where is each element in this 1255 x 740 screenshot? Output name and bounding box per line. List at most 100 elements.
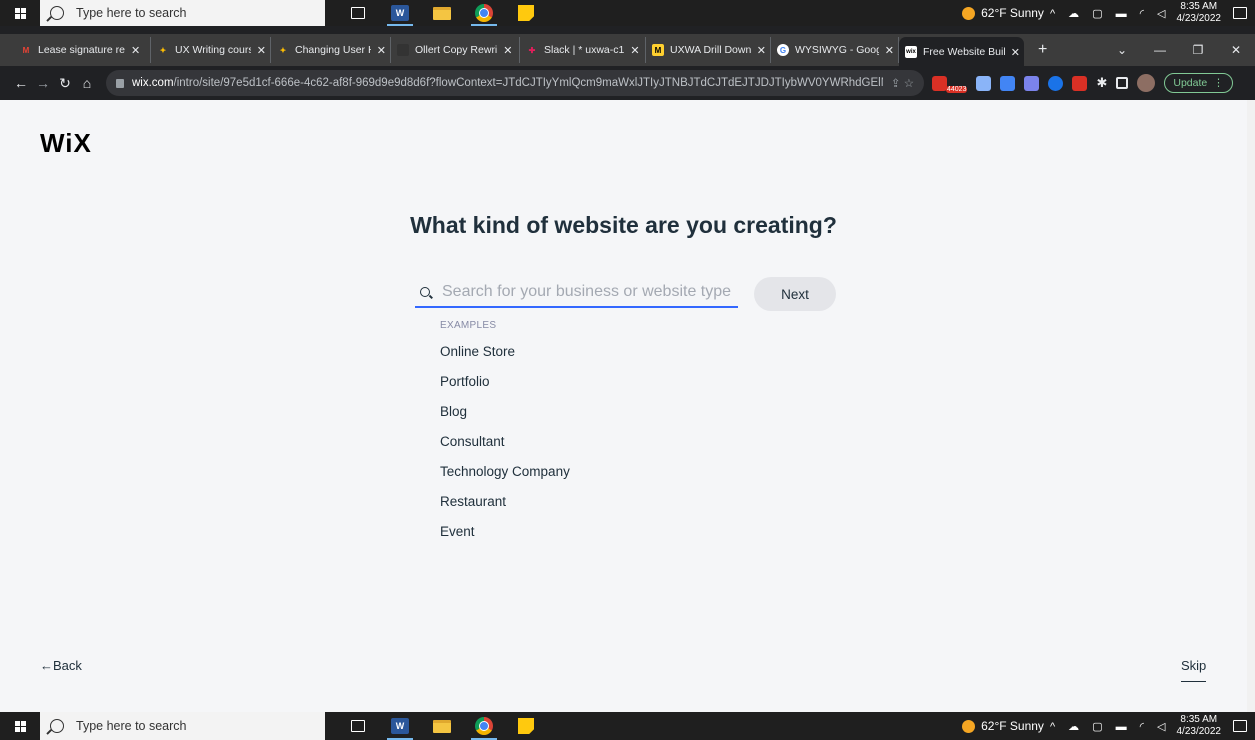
system-tray-icons[interactable]: ^ ☁ ▢ ▬ ◜ ◁	[1050, 7, 1171, 20]
example-item-restaurant[interactable]: Restaurant	[440, 494, 570, 524]
taskbar-search-placeholder: Type here to search	[76, 6, 187, 20]
example-item-portfolio[interactable]: Portfolio	[440, 374, 570, 404]
browser-tab[interactable]: ✦ UX Writing course ✕	[151, 37, 271, 63]
address-bar[interactable]: wix.com /intro/site/97e5d1cf-666e-4c62-a…	[106, 70, 924, 96]
wix-logo: WiX	[40, 128, 92, 158]
notification-icon[interactable]	[1233, 720, 1247, 732]
tab-title: Free Website Buil	[923, 46, 1005, 58]
spark-icon: ✦	[279, 45, 287, 55]
extension-icon[interactable]	[1000, 75, 1016, 91]
close-icon[interactable]: ✕	[377, 44, 386, 57]
browser-tab[interactable]: ✚ Slack | * uxwa-c1 ✕	[520, 37, 646, 63]
example-item-technology-company[interactable]: Technology Company	[440, 464, 570, 494]
share-icon[interactable]: ⇪ ☆	[883, 76, 914, 90]
gmail-extension-icon[interactable]	[932, 75, 947, 91]
taskbar-search-box[interactable]: Type here to search	[40, 712, 325, 740]
tab-search-icon[interactable]: ⌄	[1103, 43, 1141, 57]
windows-taskbar-top: Type here to search W 62°F Sunny ^ ☁ ▢ ▬…	[0, 0, 1255, 26]
taskbar-search-placeholder: Type here to search	[76, 719, 187, 733]
browser-tab[interactable]: M Lease signature re ✕	[14, 37, 151, 63]
tab-title: Ollert Copy Rewri	[415, 44, 498, 56]
file-explorer-icon[interactable]	[425, 712, 459, 740]
task-view-icon[interactable]	[341, 712, 375, 740]
google-icon: G	[777, 44, 789, 56]
wix-onboarding-page: WiX What kind of website are you creatin…	[0, 100, 1247, 712]
browser-tab[interactable]: Ollert Copy Rewri ✕	[391, 37, 520, 63]
browser-tab[interactable]: G WYSIWYG - Goog ✕	[771, 37, 899, 63]
close-icon[interactable]: ✕	[630, 44, 639, 57]
minimize-icon[interactable]: —	[1141, 43, 1179, 57]
skip-link[interactable]: Skip	[1181, 658, 1207, 682]
new-tab-button[interactable]: +	[1038, 41, 1047, 59]
sticky-notes-icon[interactable]	[509, 712, 543, 740]
home-icon[interactable]: ⌂	[76, 75, 98, 91]
chrome-icon[interactable]	[467, 0, 501, 26]
close-window-icon[interactable]: ✕	[1217, 43, 1255, 57]
clock[interactable]: 8:35 AM 4/23/2022	[1177, 1, 1222, 25]
weather-text[interactable]: 62°F Sunny	[981, 6, 1044, 20]
restore-icon[interactable]: ❐	[1179, 43, 1217, 57]
extension-icon[interactable]	[1048, 75, 1064, 91]
tab-title: Lease signature re	[38, 44, 125, 56]
tab-title: Slack | * uxwa-c1	[544, 44, 625, 56]
windows-start-icon[interactable]	[0, 712, 40, 740]
reload-icon[interactable]: ↻	[54, 75, 76, 92]
puzzle-extensions-icon[interactable]: ✱	[1096, 75, 1107, 91]
word-icon[interactable]: W	[383, 0, 417, 26]
forward-arrow-icon[interactable]: →	[32, 75, 54, 91]
side-panel-icon[interactable]	[1116, 77, 1129, 89]
extension-icon[interactable]	[976, 75, 992, 91]
notification-icon[interactable]	[1233, 7, 1247, 19]
search-field[interactable]	[415, 277, 738, 308]
examples-list: Online Store Portfolio Blog Consultant T…	[440, 344, 570, 554]
browser-tab[interactable]: ✦ Changing User H ✕	[271, 37, 391, 63]
browser-tab[interactable]: M UXWA Drill Down ✕	[646, 37, 771, 63]
back-arrow-icon[interactable]: ←	[10, 75, 32, 91]
close-icon[interactable]: ✕	[757, 44, 766, 57]
next-button[interactable]: Next	[754, 277, 836, 311]
example-item-online-store[interactable]: Online Store	[440, 344, 570, 374]
close-icon[interactable]: ✕	[131, 44, 140, 57]
weather-text[interactable]: 62°F Sunny	[981, 719, 1044, 733]
tab-title: UXWA Drill Down	[670, 44, 751, 56]
taskbar-search-box[interactable]: Type here to search	[40, 0, 325, 26]
browser-tab-active[interactable]: wix Free Website Buil ✕	[899, 37, 1024, 67]
gmail-icon: M	[22, 45, 30, 55]
pdf-extension-icon[interactable]	[1072, 75, 1088, 91]
clock[interactable]: 8:35 AM 4/23/2022	[1177, 714, 1222, 738]
profile-avatar[interactable]	[1137, 74, 1156, 92]
close-icon[interactable]: ✕	[885, 44, 894, 57]
examples-label: EXAMPLES	[440, 320, 497, 331]
close-icon[interactable]: ✕	[503, 44, 512, 57]
clock-time: 8:35 AM	[1180, 714, 1218, 725]
tab-title: WYSIWYG - Goog	[795, 44, 879, 56]
back-link[interactable]: ←Back	[40, 658, 82, 673]
windows-taskbar-bottom: Type here to search W 62°F Sunny ^ ☁ ▢ ▬…	[0, 712, 1255, 740]
close-icon[interactable]: ✕	[1011, 46, 1020, 59]
slack-icon: ✚	[528, 45, 536, 55]
extension-badge: 44023	[946, 85, 968, 93]
task-view-icon[interactable]	[341, 0, 375, 26]
close-icon[interactable]: ✕	[257, 44, 266, 57]
update-button[interactable]: Update ⋮	[1164, 73, 1233, 93]
example-item-consultant[interactable]: Consultant	[440, 434, 570, 464]
wix-icon: wix	[905, 46, 917, 58]
example-item-event[interactable]: Event	[440, 524, 570, 554]
extension-icon[interactable]	[1024, 75, 1040, 91]
word-icon[interactable]: W	[383, 712, 417, 740]
browser-toolbar: ← → ↻ ⌂ wix.com /intro/site/97e5d1cf-666…	[0, 66, 1255, 100]
page-scrollbar[interactable]	[1247, 100, 1255, 712]
windows-start-icon[interactable]	[0, 0, 40, 26]
chrome-icon[interactable]	[467, 712, 501, 740]
system-tray-icons[interactable]: ^ ☁ ▢ ▬ ◜ ◁	[1050, 720, 1171, 733]
more-options-icon[interactable]: ⋮	[1213, 77, 1224, 89]
search-icon	[50, 6, 64, 20]
search-input[interactable]	[442, 282, 732, 301]
sticky-notes-icon[interactable]	[509, 0, 543, 26]
file-explorer-icon[interactable]	[425, 0, 459, 26]
example-item-blog[interactable]: Blog	[440, 404, 570, 434]
weather-icon[interactable]	[962, 719, 976, 733]
tab-title: Changing User H	[295, 44, 371, 56]
clock-time: 8:35 AM	[1180, 1, 1218, 12]
weather-icon[interactable]	[962, 6, 976, 20]
